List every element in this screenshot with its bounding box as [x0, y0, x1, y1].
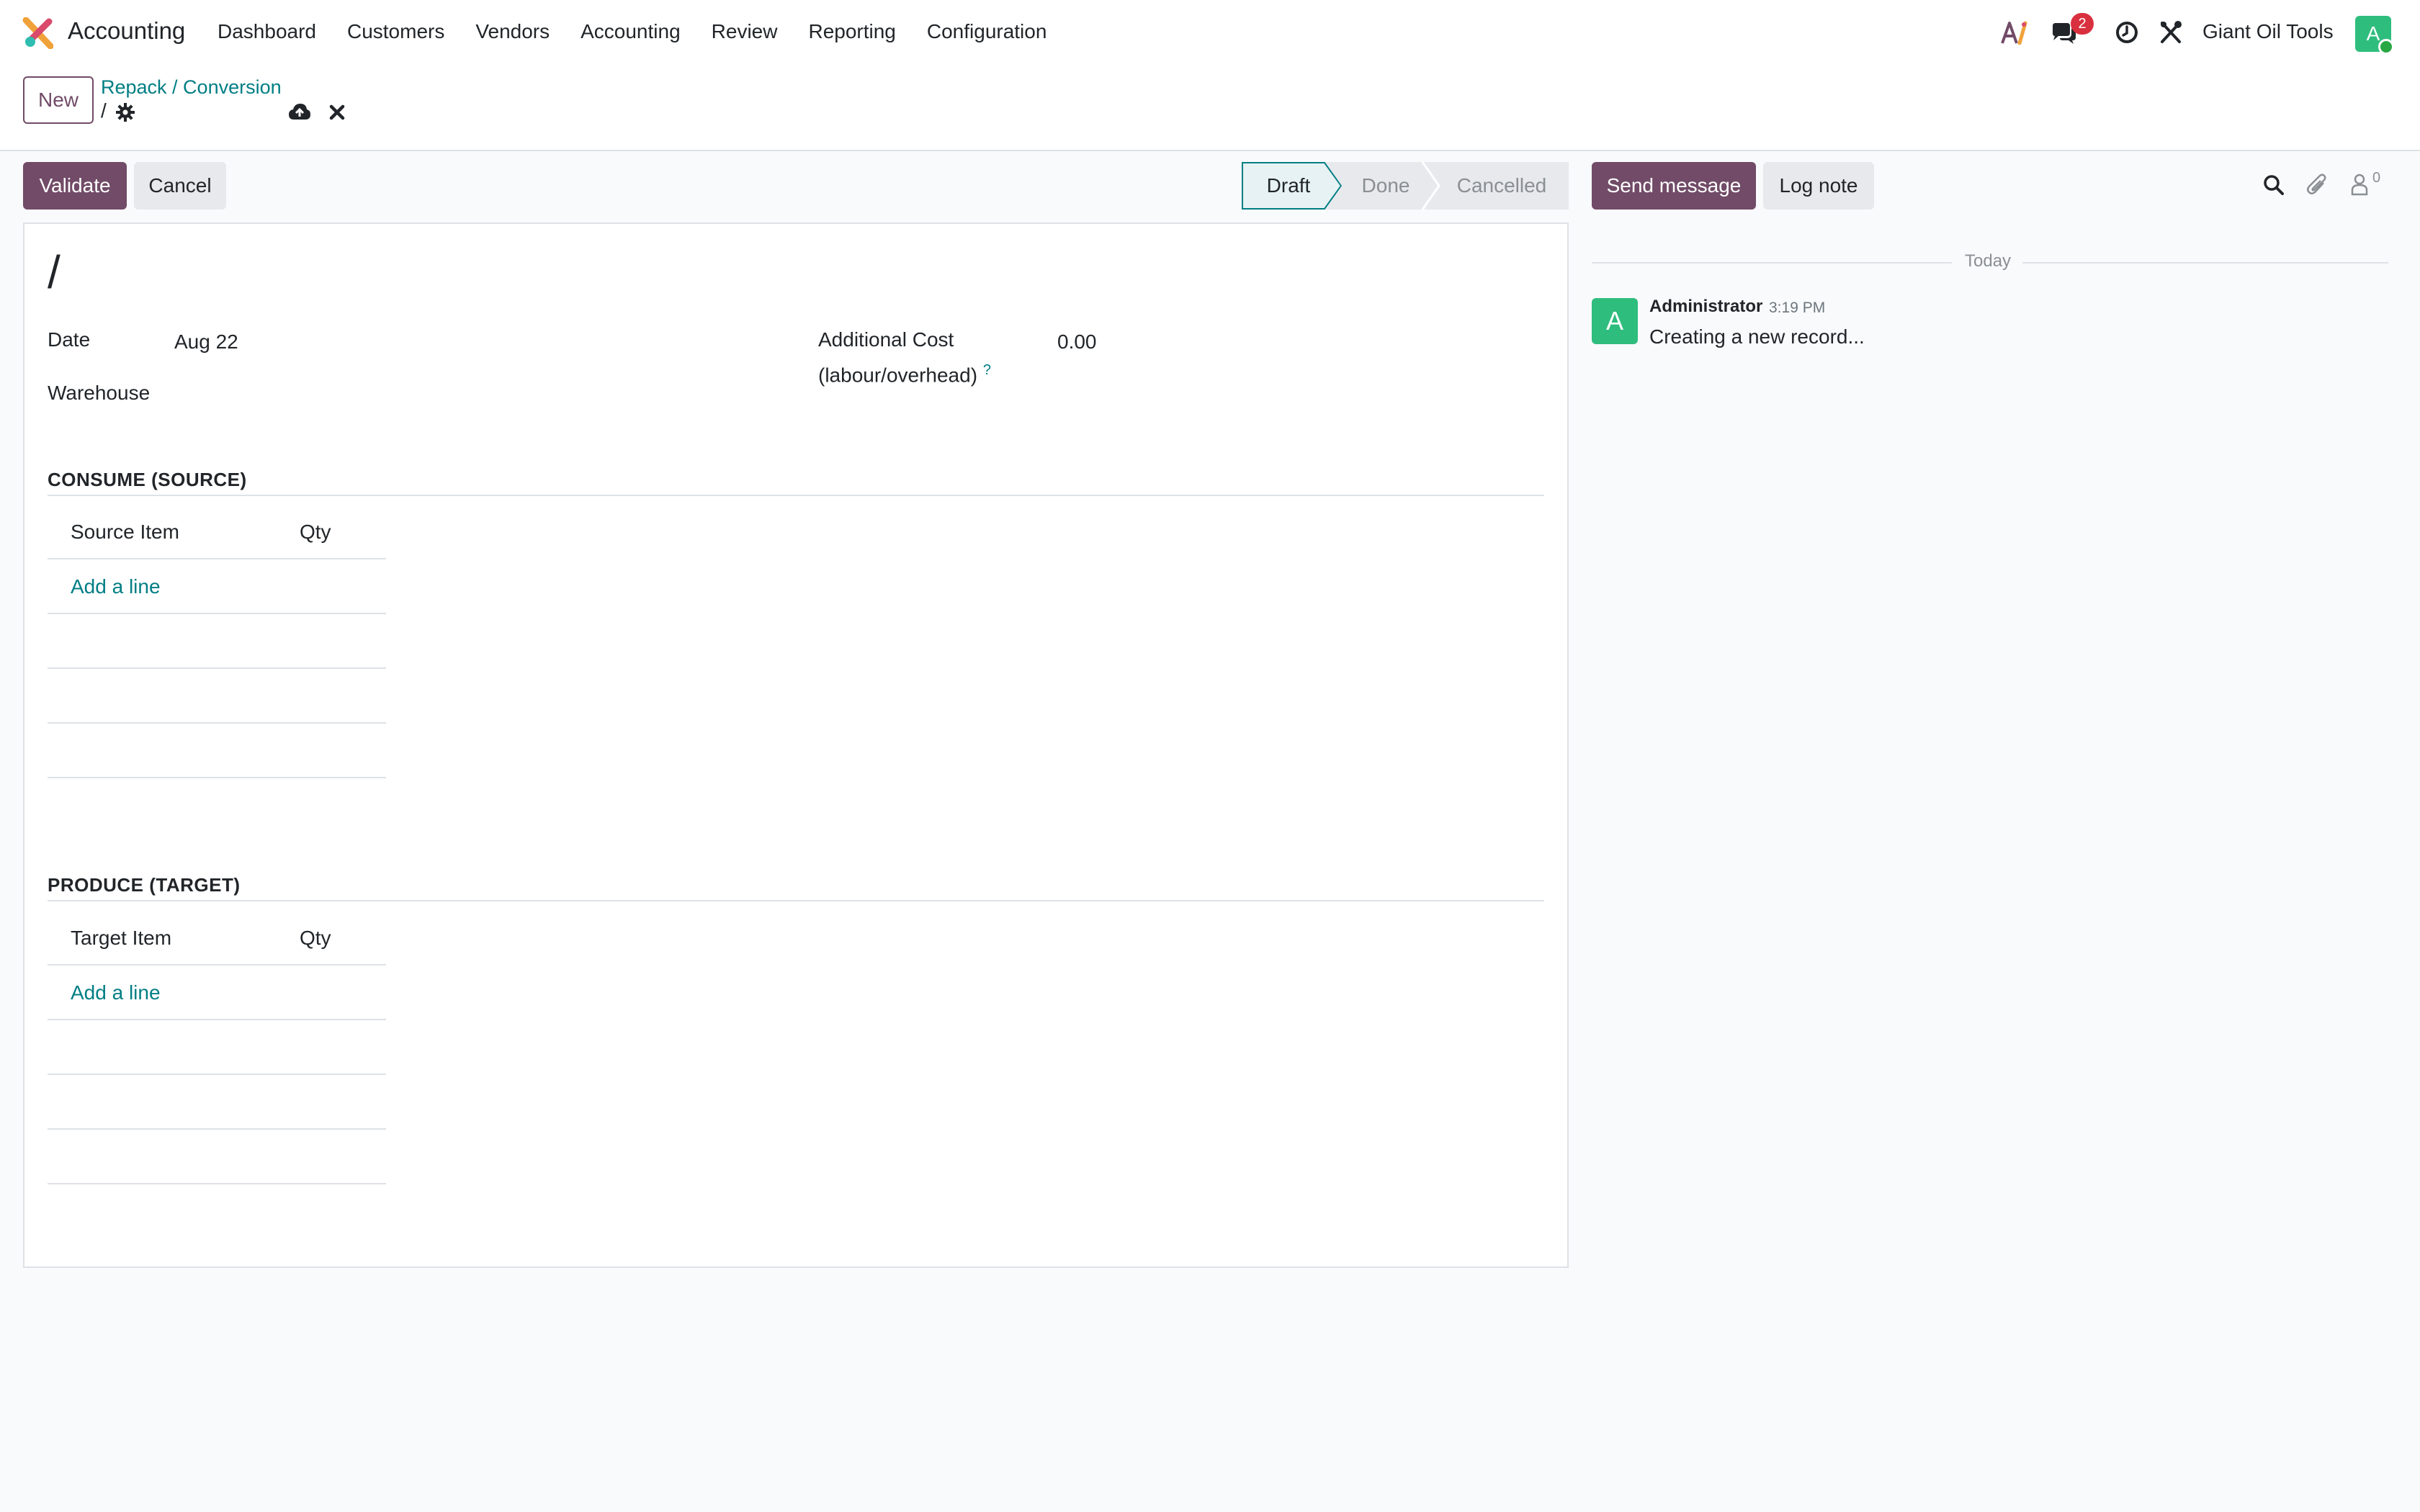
log-note-button[interactable]: Log note — [1763, 162, 1874, 210]
day-separator-line-left — [1592, 262, 1952, 264]
new-button[interactable]: New — [23, 76, 94, 124]
produce-section-title: PRODUCE (TARGET) — [48, 874, 241, 896]
message-body: Creating a new record... — [1649, 325, 1865, 348]
record-name: / — [101, 99, 107, 122]
additional-cost-label: Additional Cost (labour/overhead) ? — [818, 325, 991, 390]
menu-review[interactable]: Review — [712, 20, 778, 43]
day-separator: Today — [1965, 251, 2012, 271]
company-switcher[interactable]: Giant Oil Tools — [2202, 20, 2334, 43]
consume-add-line-link[interactable]: Add a line — [71, 575, 161, 598]
consume-add-line-row: Add a line — [48, 559, 386, 614]
help-tooltip-icon[interactable]: ? — [983, 362, 991, 378]
followers-count: 0 — [2372, 170, 2381, 186]
table-row — [48, 1075, 386, 1130]
gear-icon[interactable] — [115, 102, 135, 122]
date-field[interactable]: Aug 22 — [174, 330, 606, 354]
produce-add-line-link[interactable]: Add a line — [71, 981, 161, 1004]
debug-tools-icon[interactable] — [2159, 20, 2182, 45]
produce-lines-table: Target Item Qty Add a line — [48, 911, 386, 1184]
send-message-button[interactable]: Send message — [1592, 162, 1756, 210]
qty-column-header[interactable]: Qty — [300, 521, 331, 544]
message-avatar[interactable]: A — [1592, 298, 1638, 344]
produce-section-divider — [48, 900, 1544, 901]
paperclip-icon[interactable] — [2306, 173, 2329, 197]
table-row — [48, 1130, 386, 1184]
accounting-app-icon[interactable] — [22, 17, 53, 49]
warehouse-field[interactable] — [174, 378, 750, 408]
source-item-column-header[interactable]: Source Item — [71, 521, 179, 544]
table-row — [48, 614, 386, 669]
menu-reporting[interactable]: Reporting — [808, 20, 895, 43]
consume-section-divider — [48, 495, 1544, 496]
cancel-button[interactable]: Cancel — [134, 162, 226, 210]
control-panel: New Repack / Conversion / — [0, 66, 2420, 151]
additional-cost-label-text: (labour/overhead) — [818, 364, 978, 387]
menu-vendors[interactable]: Vendors — [475, 20, 550, 43]
additional-cost-label-line2: (labour/overhead) ? — [818, 355, 991, 390]
message-time: 3:19 PM — [1769, 300, 1826, 316]
main-menu: Dashboard Customers Vendors Accounting R… — [218, 20, 1077, 43]
record-title[interactable]: / — [48, 246, 60, 299]
status-draft[interactable]: Draft — [1242, 162, 1335, 210]
table-row — [48, 669, 386, 724]
menu-customers[interactable]: Customers — [347, 20, 444, 43]
table-row — [48, 724, 386, 778]
messages-count-badge: 2 — [2071, 13, 2094, 35]
status-done[interactable]: Done — [1343, 162, 1429, 210]
close-icon[interactable] — [328, 104, 346, 121]
menu-dashboard[interactable]: Dashboard — [218, 20, 316, 43]
form-sheet: / Date Aug 22 Warehouse Additional Cost … — [23, 222, 1569, 1268]
consume-section-title: CONSUME (SOURCE) — [48, 469, 247, 490]
additional-cost-field[interactable]: 0.00 — [1057, 330, 1489, 354]
qty-column-header[interactable]: Qty — [300, 927, 331, 950]
top-navbar: Accounting Dashboard Customers Vendors A… — [0, 0, 2420, 66]
search-icon[interactable] — [2263, 174, 2285, 196]
consume-table-header: Source Item Qty — [48, 505, 386, 559]
online-status-dot — [2378, 39, 2394, 55]
followers-icon[interactable] — [2351, 173, 2371, 196]
target-item-column-header[interactable]: Target Item — [71, 927, 171, 950]
menu-accounting[interactable]: Accounting — [581, 20, 681, 43]
message-author[interactable]: Administrator — [1649, 297, 1762, 317]
validate-button[interactable]: Validate — [23, 162, 127, 210]
day-separator-line-right — [2022, 262, 2388, 264]
ai-assistant-icon[interactable] — [2001, 20, 2030, 45]
status-bar: Draft Done Cancelled — [1242, 162, 1569, 210]
consume-lines-table: Source Item Qty Add a line — [48, 505, 386, 778]
warehouse-label: Warehouse — [48, 382, 151, 404]
app-name[interactable]: Accounting — [68, 17, 185, 45]
status-cancelled[interactable]: Cancelled — [1440, 162, 1563, 210]
date-label: Date — [48, 328, 91, 351]
produce-table-header: Target Item Qty — [48, 911, 386, 966]
table-row — [48, 1020, 386, 1075]
produce-add-line-row: Add a line — [48, 966, 386, 1020]
menu-configuration[interactable]: Configuration — [927, 20, 1047, 43]
activity-clock-icon[interactable] — [2115, 20, 2139, 45]
additional-cost-label-line1: Additional Cost — [818, 328, 954, 351]
cloud-upload-icon[interactable] — [288, 102, 311, 122]
breadcrumb[interactable]: Repack / Conversion — [101, 76, 282, 99]
